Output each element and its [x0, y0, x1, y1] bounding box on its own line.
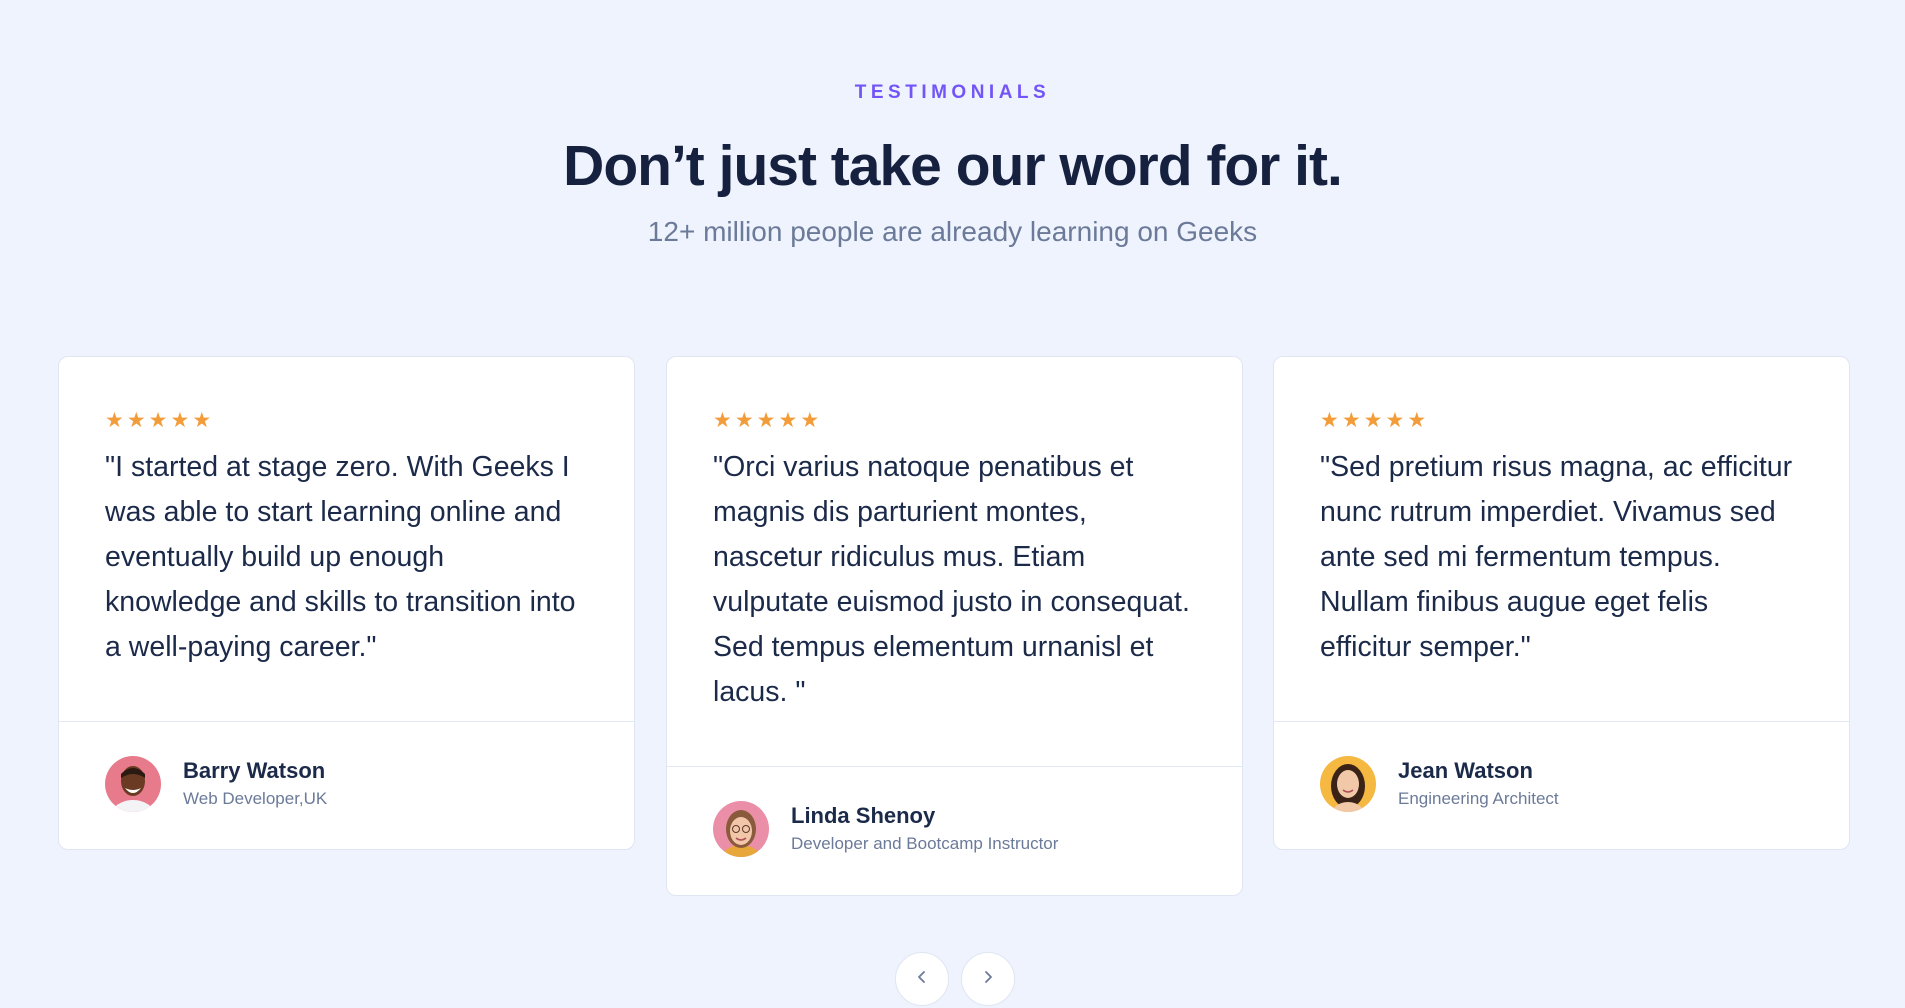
- card-divider: [667, 766, 1242, 767]
- author-role: Engineering Architect: [1398, 789, 1559, 808]
- star-icon: ★: [1407, 408, 1427, 432]
- testimonial-card: ★ ★ ★ ★ ★ "Sed pretium risus magna, ac e…: [1273, 356, 1850, 850]
- author-role: Developer and Bootcamp Instructor: [791, 834, 1059, 853]
- prev-button[interactable]: [895, 952, 949, 1006]
- rating-stars: ★ ★ ★ ★ ★: [1320, 407, 1803, 433]
- section-subtitle: 12+ million people are already learning …: [647, 216, 1258, 247]
- testimonial-card: ★ ★ ★ ★ ★ "Orci varius natoque penatibus…: [666, 356, 1243, 896]
- card-divider: [59, 721, 634, 722]
- chevron-right-icon: [980, 969, 996, 990]
- testimonials-section: TESTIMONIALS Don’t just take our word fo…: [0, 0, 1905, 1008]
- star-icon: ★: [756, 408, 776, 432]
- testimonial-quote: "I started at stage zero. With Geeks I w…: [105, 451, 576, 663]
- star-icon: ★: [1363, 408, 1383, 432]
- rating-stars: ★ ★ ★ ★ ★: [713, 407, 1196, 433]
- section-eyebrow: TESTIMONIALS: [854, 82, 1051, 103]
- chevron-left-icon: [914, 969, 930, 990]
- rating-stars: ★ ★ ★ ★ ★: [105, 407, 588, 433]
- star-icon: ★: [105, 408, 124, 432]
- author-role: Web Developer,UK: [183, 789, 328, 808]
- star-icon: ★: [170, 408, 190, 432]
- star-icon: ★: [1320, 408, 1339, 432]
- card-divider: [1274, 721, 1849, 722]
- star-icon: ★: [1385, 408, 1405, 432]
- testimonial-author: Jean Watson Engineering Architect: [1320, 756, 1559, 812]
- testimonial-author: Linda Shenoy Developer and Bootcamp Inst…: [713, 801, 1058, 857]
- avatar: [1320, 756, 1376, 812]
- star-icon: ★: [734, 408, 754, 432]
- star-icon: ★: [800, 408, 820, 432]
- testimonial-quote: "Orci varius natoque penatibus et magnis…: [713, 451, 1190, 708]
- author-name: Linda Shenoy: [791, 803, 936, 828]
- star-icon: ★: [1341, 408, 1361, 432]
- testimonial-card: ★ ★ ★ ★ ★ "I started at stage zero. With…: [58, 356, 635, 850]
- star-icon: ★: [778, 408, 798, 432]
- star-icon: ★: [192, 408, 212, 432]
- star-icon: ★: [148, 408, 168, 432]
- testimonial-author: Barry Watson Web Developer,UK: [105, 756, 327, 812]
- section-title: Don’t just take our word for it.: [563, 134, 1343, 198]
- avatar: [713, 801, 769, 857]
- next-button[interactable]: [961, 952, 1015, 1006]
- star-icon: ★: [126, 408, 146, 432]
- avatar: [105, 756, 161, 812]
- star-icon: ★: [713, 408, 732, 432]
- author-name: Jean Watson: [1398, 758, 1533, 783]
- testimonial-quote: "Sed pretium risus magna, ac efficitur n…: [1320, 451, 1793, 663]
- author-name: Barry Watson: [183, 758, 326, 783]
